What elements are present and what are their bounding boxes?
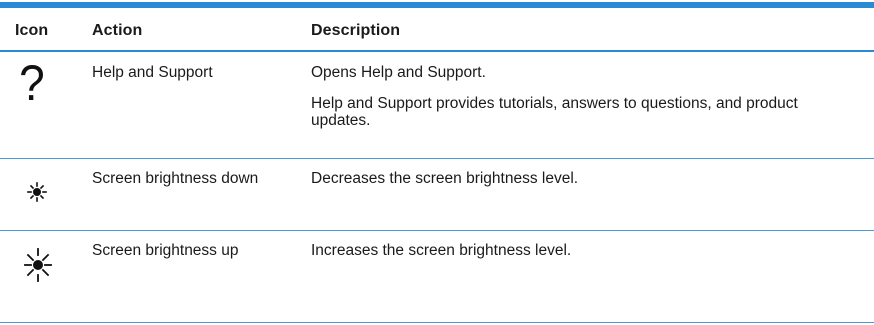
- action-screen-brightness-down: Screen brightness down: [92, 170, 259, 187]
- brightness-down-icon: [22, 169, 52, 209]
- description-text: Help and Support provides tutorials, ans…: [311, 95, 798, 129]
- description-text: Opens Help and Support.: [311, 64, 486, 81]
- description-brightness-down: Decreases the screen brightness level.: [311, 170, 851, 201]
- table-row-brightness-up: Screen brightness up Increases the scree…: [0, 231, 874, 322]
- description-text: Decreases the screen brightness level.: [311, 170, 579, 187]
- shortcut-key-table: Icon Action Description ? Help and Suppo…: [0, 0, 874, 325]
- row-divider: [0, 322, 874, 323]
- description-brightness-up: Increases the screen brightness level.: [311, 242, 851, 273]
- header-icon: Icon: [15, 22, 49, 39]
- table-row-help: ? Help and Support Opens Help and Suppor…: [0, 52, 874, 158]
- brightness-up-icon: [20, 241, 56, 287]
- question-mark-icon: ?: [19, 55, 45, 111]
- header-action: Action: [92, 22, 143, 39]
- description-text: Increases the screen brightness level.: [311, 242, 572, 259]
- description-help: Opens Help and Support. Help and Support…: [311, 64, 851, 143]
- header-description: Description: [311, 22, 401, 39]
- table-header-row: Icon Action Description: [0, 8, 874, 50]
- action-help-and-support: Help and Support: [92, 64, 213, 81]
- action-screen-brightness-up: Screen brightness up: [92, 242, 239, 259]
- table-row-brightness-down: Screen brightness down Decreases the scr…: [0, 159, 874, 230]
